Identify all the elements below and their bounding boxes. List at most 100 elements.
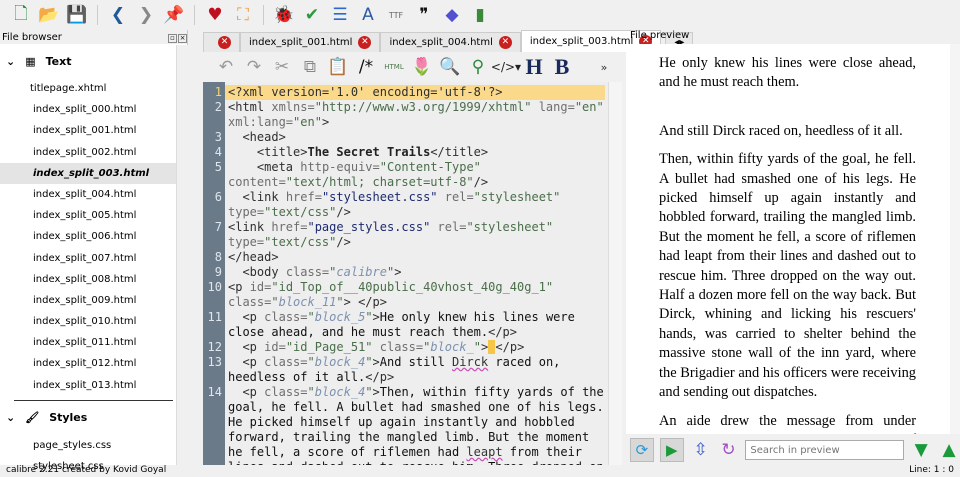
link-button[interactable]: ⚲ [467,56,489,78]
code-line[interactable]: 3 <head> [203,130,608,145]
html-button[interactable]: HTML [383,56,405,78]
tab-index_split_001.html[interactable]: index_split_001.html ✕ [240,32,381,52]
float-icon[interactable]: ▫ [168,33,177,43]
code-line[interactable]: 9 <body class="calibre"> [203,265,608,280]
bold-button[interactable]: B [551,54,573,79]
diamond-button[interactable]: ◆ [441,4,463,26]
line-text[interactable]: <link href="stylesheet.css" rel="stylesh… [225,190,605,220]
reload-button[interactable]: ↻ [718,439,740,461]
code-line[interactable]: 8 </head> [203,250,608,265]
code-line[interactable]: 10 <p id="id_Top_of__40public_40vhost_40g… [203,280,608,310]
heading-button[interactable]: H [523,54,545,79]
file-item[interactable]: index_split_000.html [0,99,187,120]
stats-button[interactable]: ▮ [469,4,491,26]
image-search-button[interactable]: 🔍 [439,56,461,78]
code-token: "stylesheet.css" [321,190,445,204]
spellcheck-button[interactable]: ✔ [301,4,323,26]
code-line[interactable]: 7 <link href="page_styles.css" rel="style… [203,220,608,250]
code-line[interactable]: 4 <title>The Secret Trails</title> [203,145,608,160]
line-text[interactable]: <meta http-equiv="Content-Type" content=… [225,160,605,190]
code-line[interactable]: 2 <html xmlns="http://www.w3.org/1999/xht… [203,100,608,130]
tab-index_split_004.html[interactable]: index_split_004.html ✕ [380,32,521,52]
file-item[interactable]: index_split_001.html [0,120,187,141]
file-item[interactable]: index_split_009.html [0,290,187,311]
file-item[interactable]: index_split_003.html [0,162,187,184]
file-item[interactable]: index_split_013.html [0,375,187,396]
chevron-down-icon[interactable]: ⌄ [6,55,15,68]
close-tab-icon[interactable]: ✕ [358,36,372,49]
tab-hidden[interactable]: ✕ [203,32,240,52]
code-line[interactable]: 14 <p class="block_4">Then, within fifty… [203,385,608,465]
quote-button[interactable]: ❞ [413,4,435,26]
file-item[interactable]: index_split_007.html [0,248,187,269]
find-next-button[interactable]: ▼ [910,439,932,461]
font-button[interactable]: TTF [385,4,407,26]
pin-button[interactable]: 📌 [163,4,185,26]
line-text[interactable]: <p class="block_4">Then, within fifty ya… [225,385,605,465]
find-previous-button[interactable]: ▲ [938,439,960,461]
redo-button[interactable]: ↷ [243,56,265,78]
code-editor[interactable]: 1 <?xml version='1.0' encoding='utf-8'?> 2… [203,82,608,465]
line-text[interactable]: <p id="id_Top_of__40public_40vhost_40g_4… [225,280,605,310]
back-button[interactable]: ❮ [107,4,129,26]
code-line[interactable]: 5 <meta http-equiv="Content-Type" conten… [203,160,608,190]
chevron-down-icon[interactable]: ⌄ [6,411,15,424]
copy-button[interactable]: ⧉ [299,56,321,78]
close-tab-icon[interactable]: ✕ [218,36,231,49]
file-group-styles[interactable]: ⌄ 🖌 Styles [0,401,187,435]
file-item[interactable]: index_split_006.html [0,226,187,247]
code-token: > [394,265,402,279]
file-item[interactable]: index_split_012.html [0,353,187,374]
code-line[interactable]: 1 <?xml version='1.0' encoding='utf-8'?> [203,85,608,100]
paste-button[interactable]: 📋 [327,56,349,78]
cut-button[interactable]: ✂ [271,56,293,78]
code-line[interactable]: 6 <link href="stylesheet.css" rel="style… [203,190,608,220]
line-text[interactable]: <link href="page_styles.css" rel="styles… [225,220,605,250]
heart-button[interactable]: ♥ [204,4,226,26]
reports-button[interactable]: ☰ [329,4,351,26]
code-line[interactable]: 12 <p id="id_Page_51" class="block_"> </… [203,340,608,355]
line-text[interactable]: <p class="block_5">He only knew his line… [225,310,605,340]
file-group-text[interactable]: ⌄ ▦ Text [0,44,187,78]
close-icon[interactable]: × [178,33,187,43]
more-button[interactable]: » [593,56,615,78]
line-text[interactable]: <p class="block_4">And still Dirck raced… [225,355,605,385]
editor-scrollbar[interactable] [608,82,622,465]
line-text[interactable]: <title>The Secret Trails</title> [225,145,605,160]
tag-menu-button[interactable]: </>▾ [491,56,521,78]
auto-refresh-button[interactable]: ⟳ [630,438,654,462]
new-file-button[interactable]: 🗋 [10,4,32,26]
comment-button[interactable]: /* [355,56,377,78]
line-text[interactable]: <?xml version='1.0' encoding='utf-8'?> [225,85,605,100]
file-item[interactable]: index_split_002.html [0,142,187,163]
preview-scrollbar[interactable] [950,44,960,434]
bug-button[interactable]: 🐞 [273,4,295,26]
line-text[interactable]: <head> [225,130,605,145]
line-text[interactable]: <p id="id_Page_51" class="block_"> </p> [225,340,605,355]
file-item[interactable]: index_split_008.html [0,269,187,290]
tulip-button[interactable]: 🌷 [411,56,433,78]
close-tab-icon[interactable]: ✕ [498,36,512,49]
code-line[interactable]: 11 <p class="block_5">He only knew his l… [203,310,608,340]
search-in-preview-input[interactable] [745,440,905,460]
undo-button[interactable]: ↶ [215,56,237,78]
file-item[interactable]: index_split_005.html [0,205,187,226]
fullscreen-button[interactable]: ⛶ [232,4,254,26]
file-browser-scrollbar[interactable] [176,45,188,465]
save-button[interactable]: 💾 [66,4,88,26]
play-button[interactable]: ▶ [659,438,684,462]
code-lines[interactable]: 1 <?xml version='1.0' encoding='utf-8'?> 2… [203,85,608,465]
forward-button[interactable]: ❯ [135,4,157,26]
file-item[interactable]: index_split_004.html [0,184,187,205]
file-item[interactable]: index_split_010.html [0,311,187,332]
split-button[interactable]: ⇳ [690,439,712,461]
file-item[interactable]: page_styles.css [0,435,187,456]
translate-button[interactable]: A [357,4,379,26]
line-text[interactable]: </head> [225,250,605,265]
line-text[interactable]: <html xmlns="http://www.w3.org/1999/xhtm… [225,100,605,130]
line-text[interactable]: <body class="calibre"> [225,265,605,280]
code-line[interactable]: 13 <p class="block_4">And still Dirck ra… [203,355,608,385]
file-item[interactable]: index_split_011.html [0,332,187,353]
open-folder-button[interactable]: 📂 [38,4,60,26]
file-item[interactable]: titlepage.xhtml [0,78,187,99]
